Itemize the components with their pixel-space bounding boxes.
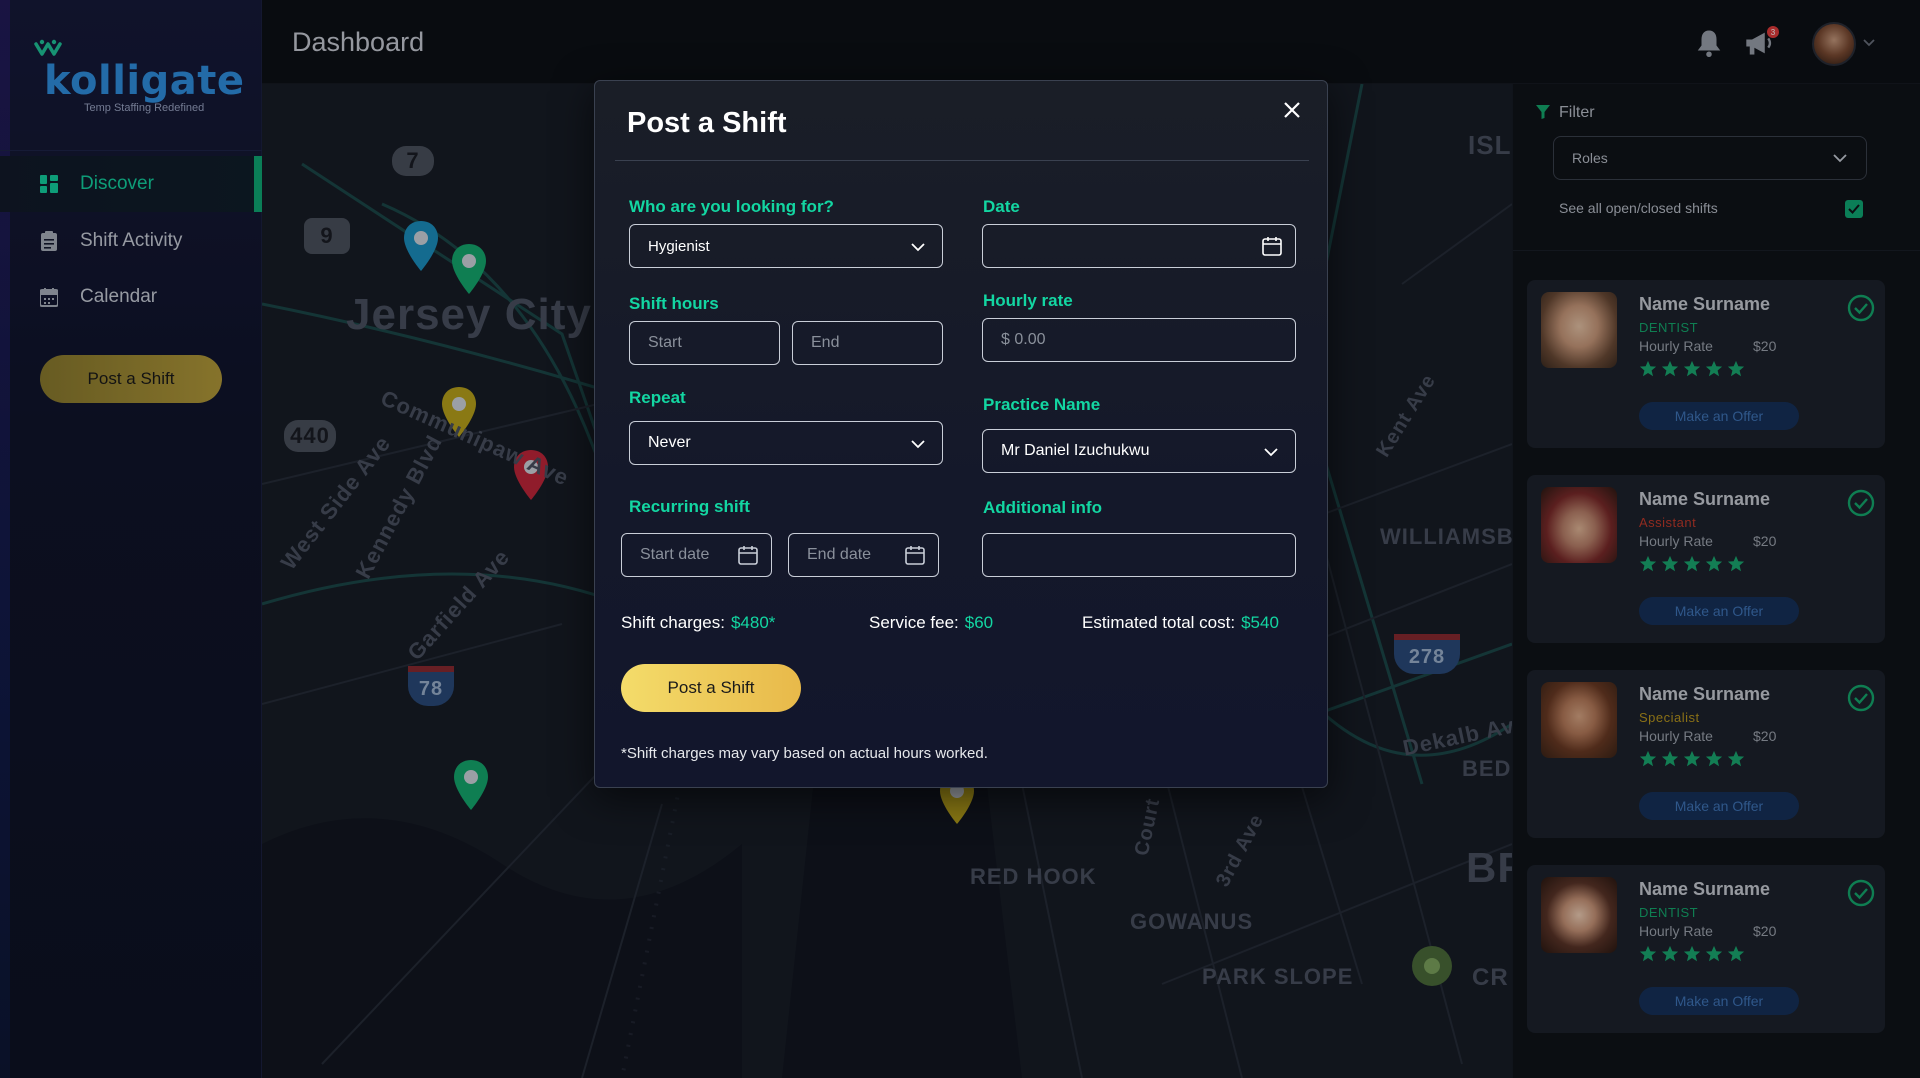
- post-shift-submit-button[interactable]: Post a Shift: [621, 664, 801, 712]
- hourly-rate-label: Hourly rate: [983, 291, 1073, 310]
- additional-info-input[interactable]: [982, 533, 1296, 577]
- practice-name-value: Mr Daniel Izuchukwu: [1001, 442, 1150, 459]
- recurring-end-date-input[interactable]: End date: [788, 533, 939, 577]
- shift-hours-label: Shift hours: [629, 294, 719, 313]
- modal-title: Post a Shift: [627, 107, 787, 139]
- practice-name-select[interactable]: Mr Daniel Izuchukwu: [982, 429, 1296, 473]
- repeat-select-value: Never: [648, 434, 691, 451]
- chevron-down-icon: [911, 243, 925, 252]
- estimated-total: Estimated total cost: $540: [1082, 613, 1279, 633]
- date-field[interactable]: [982, 224, 1296, 268]
- recurring-start-date-placeholder: Start date: [640, 546, 710, 563]
- recurring-end-date-placeholder: End date: [807, 546, 872, 563]
- recurring-shift-label: Recurring shift: [629, 497, 750, 516]
- shift-charges-value: $480*: [730, 613, 776, 632]
- repeat-label: Repeat: [629, 388, 686, 407]
- modal-divider: [615, 160, 1309, 161]
- role-select-value: Hygienist: [648, 237, 710, 255]
- role-select[interactable]: Hygienist: [629, 224, 943, 268]
- chevron-down-icon: [1264, 448, 1278, 457]
- shift-start-input[interactable]: Start: [629, 321, 780, 365]
- service-fee: Service fee: $60: [869, 613, 993, 633]
- shift-end-input[interactable]: End: [792, 321, 943, 365]
- practice-name-label: Practice Name: [983, 395, 1101, 414]
- calendar-icon: [738, 546, 758, 565]
- calendar-icon: [905, 546, 925, 565]
- estimated-total-value: $540: [1241, 613, 1279, 632]
- shift-charges-label: Shift charges:: [621, 613, 725, 632]
- additional-info-label: Additional info: [983, 498, 1102, 517]
- shift-end-placeholder: End: [811, 334, 840, 351]
- charges-disclaimer: *Shift charges may vary based on actual …: [621, 745, 988, 762]
- shift-charges: Shift charges: $480*: [621, 613, 775, 633]
- who-label: Who are you looking for?: [629, 197, 834, 216]
- repeat-select[interactable]: Never: [629, 421, 943, 465]
- service-fee-value: $60: [964, 613, 994, 632]
- calendar-icon: [1262, 237, 1282, 256]
- recurring-start-date-input[interactable]: Start date: [621, 533, 772, 577]
- chevron-down-icon: [911, 440, 925, 449]
- post-shift-modal: Post a Shift Who are you looking for? Hy…: [594, 80, 1328, 788]
- hourly-rate-input[interactable]: $ 0.00: [982, 318, 1296, 362]
- estimated-total-label: Estimated total cost:: [1082, 613, 1236, 632]
- service-fee-label: Service fee:: [869, 613, 959, 632]
- close-icon[interactable]: [1279, 97, 1305, 123]
- shift-start-placeholder: Start: [648, 334, 682, 351]
- hourly-rate-placeholder: $ 0.00: [1001, 331, 1046, 348]
- date-label: Date: [983, 197, 1020, 216]
